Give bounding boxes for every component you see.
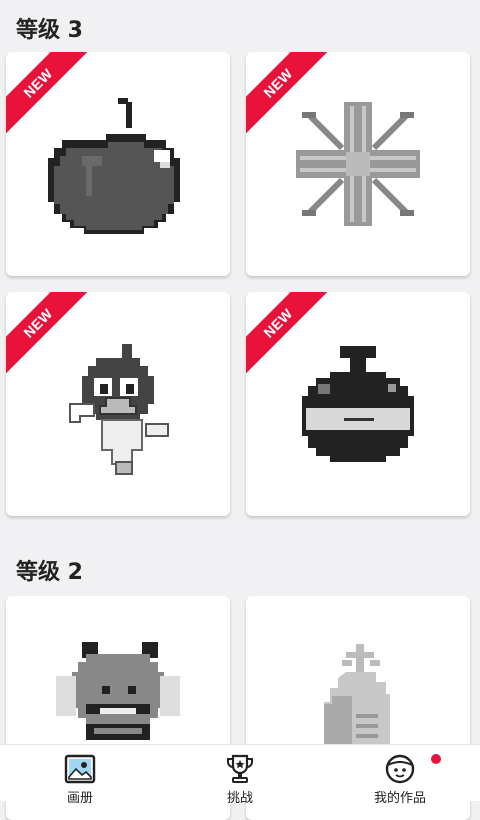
nav-item-challenge[interactable]: 挑战	[160, 745, 320, 806]
nav-label-challenge: 挑战	[226, 791, 253, 806]
artwork-card-duck[interactable]: NEW	[6, 292, 230, 516]
artwork-card-snowflake[interactable]: NEW	[246, 52, 470, 276]
notification-dot	[431, 754, 441, 764]
gallery-icon	[64, 754, 96, 784]
trophy-icon	[227, 754, 253, 783]
nav-label-gallery: 画册	[66, 791, 93, 806]
artwork-card-apple[interactable]: NEW	[6, 52, 230, 276]
artwork-card-bottle[interactable]: NEW	[246, 292, 470, 516]
section-title-level-2: 等级 2	[16, 560, 83, 585]
section-title-level-3: 等级 3	[16, 18, 83, 43]
my-works-icon	[385, 754, 415, 784]
nav-label-my-works: 我的作品	[373, 791, 426, 806]
nav-item-gallery[interactable]: 画册	[0, 745, 160, 806]
nav-item-my-works[interactable]: 我的作品	[320, 745, 480, 806]
bottom-navigation: 画册 挑战 我的作品	[0, 744, 480, 806]
